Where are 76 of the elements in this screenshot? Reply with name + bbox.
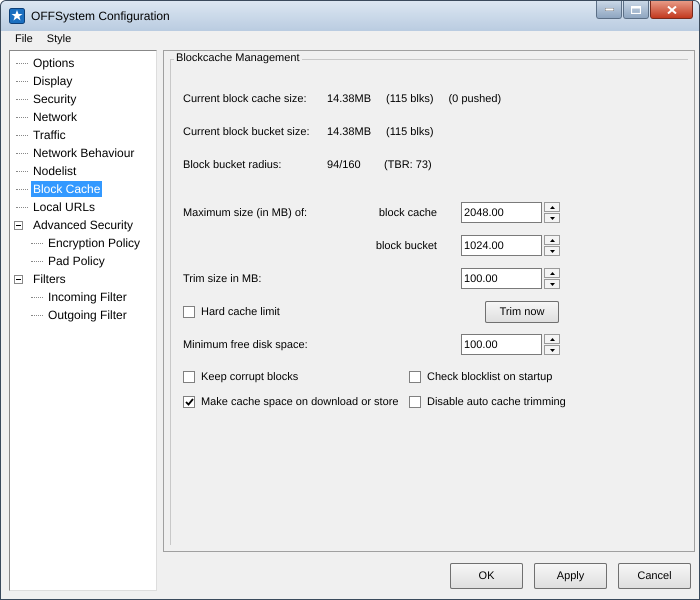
minimize-button[interactable] xyxy=(596,1,622,19)
field-label: Minimum free disk space: xyxy=(183,338,309,350)
checkbox-label: Disable auto cache trimming xyxy=(427,396,566,408)
spin-up-button[interactable] xyxy=(544,334,560,344)
checkbox[interactable] xyxy=(183,371,195,383)
collapse-toggle-icon[interactable] xyxy=(14,220,23,230)
up-arrow-icon xyxy=(550,206,554,208)
up-arrow-icon xyxy=(550,338,554,340)
star-app-icon xyxy=(9,8,25,24)
dialog-button[interactable]: Cancel xyxy=(618,563,691,589)
spin-up-button[interactable] xyxy=(544,268,560,278)
checkbox[interactable] xyxy=(409,396,421,408)
tree-item[interactable]: Encryption Policy xyxy=(46,235,142,251)
spin-up-button[interactable] xyxy=(544,235,560,245)
stat-label: Current block bucket size: xyxy=(183,126,311,138)
tree-item[interactable]: Outgoing Filter xyxy=(46,307,129,323)
stat-value: 94/160 xyxy=(327,158,362,170)
down-arrow-icon xyxy=(550,282,554,286)
close-icon xyxy=(666,6,676,14)
group-title: Blockcache Management xyxy=(174,52,302,64)
stat-value: 14.38MB xyxy=(327,92,372,104)
menu-item[interactable]: File xyxy=(9,31,39,47)
dialog-button[interactable]: OK xyxy=(450,563,523,589)
tree-item[interactable]: Network xyxy=(31,109,80,125)
maximize-button[interactable] xyxy=(623,1,649,19)
checkbox-label: Hard cache limit xyxy=(201,306,280,318)
spin-down-button[interactable] xyxy=(544,246,560,256)
minimize-icon xyxy=(604,8,614,11)
stat-value: (115 blks) xyxy=(386,126,434,138)
tree-item[interactable]: Filters xyxy=(31,271,68,287)
up-arrow-icon xyxy=(550,272,554,274)
tree-item[interactable]: Incoming Filter xyxy=(46,289,129,305)
collapse-toggle-icon[interactable] xyxy=(14,274,23,284)
checkbox-label: Check blocklist on startup xyxy=(427,371,552,383)
tree-item[interactable]: Network Behaviour xyxy=(31,145,136,161)
tree-item[interactable]: Nodelist xyxy=(31,163,78,179)
stat-value: (TBR: 73) xyxy=(384,158,432,170)
down-arrow-icon xyxy=(550,216,554,220)
spin-down-button[interactable] xyxy=(544,279,560,289)
number-field[interactable]: 100.00 xyxy=(461,268,542,289)
down-arrow-icon xyxy=(550,348,554,352)
field-label: Maximum size (in MB) of: xyxy=(183,206,308,218)
checkbox[interactable] xyxy=(183,306,195,318)
number-field[interactable]: 2048.00 xyxy=(461,202,542,223)
tree-item[interactable]: Security xyxy=(31,91,78,107)
spin-down-button[interactable] xyxy=(544,213,560,223)
field-label: block cache xyxy=(378,206,437,218)
number-field[interactable]: 1024.00 xyxy=(461,235,542,256)
trim-now-button[interactable]: Trim now xyxy=(485,300,559,322)
tree-item[interactable]: Local URLs xyxy=(31,199,98,215)
tree-item[interactable]: Traffic xyxy=(31,127,68,143)
tree-item[interactable]: Pad Policy xyxy=(46,253,107,269)
menu-item[interactable]: Style xyxy=(40,31,78,47)
tree-item[interactable]: Advanced Security xyxy=(31,217,136,233)
window-title: OFFSystem Configuration xyxy=(31,9,171,23)
close-button[interactable] xyxy=(650,1,693,19)
maximize-icon xyxy=(631,6,641,14)
stat-value: (115 blks) xyxy=(386,92,434,104)
stat-value: 14.38MB xyxy=(327,126,372,138)
number-field[interactable]: 100.00 xyxy=(461,334,542,355)
down-arrow-icon xyxy=(550,250,554,252)
stat-value: (0 pushed) xyxy=(448,92,502,104)
field-label: Trim size in MB: xyxy=(183,272,262,284)
checkbox-label: Keep corrupt blocks xyxy=(201,371,298,383)
stat-label: Block bucket radius: xyxy=(183,158,282,170)
tree-item[interactable]: Display xyxy=(31,73,74,89)
tree-item[interactable]: Options xyxy=(31,55,76,71)
dialog-button[interactable]: Apply xyxy=(534,563,607,589)
stat-label: Current block cache size: xyxy=(183,92,308,104)
checkbox-label: Make cache space on download or store xyxy=(201,396,399,408)
checkbox[interactable] xyxy=(409,371,421,383)
checkbox[interactable] xyxy=(183,396,195,408)
spin-up-button[interactable] xyxy=(544,202,560,212)
up-arrow-icon xyxy=(550,238,554,242)
spin-down-button[interactable] xyxy=(544,345,560,355)
field-label: block bucket xyxy=(376,240,437,252)
